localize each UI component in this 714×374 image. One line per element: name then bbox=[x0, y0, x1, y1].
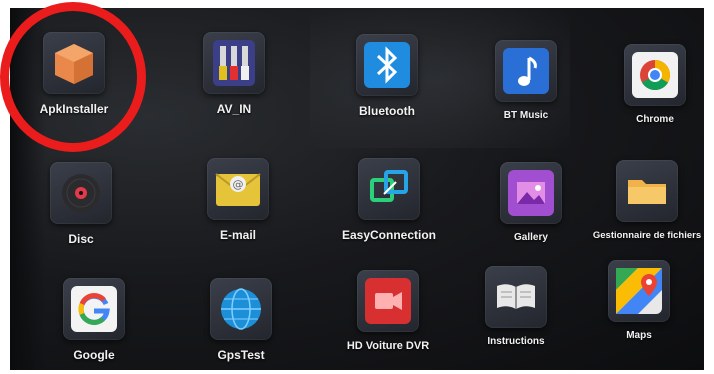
app-bt-music[interactable]: BT Music bbox=[466, 40, 586, 121]
app-instructions[interactable]: Instructions bbox=[456, 266, 576, 347]
app-apkinstaller[interactable]: ApkInstaller bbox=[14, 32, 134, 116]
app-chrome[interactable]: Chrome bbox=[595, 44, 704, 125]
app-label: AV_IN bbox=[216, 102, 252, 116]
google-g-icon bbox=[63, 278, 125, 340]
app-disc[interactable]: Disc bbox=[21, 162, 141, 246]
car-head-unit-screen: ApkInstaller AV_IN Bluetooth BT Music Ch… bbox=[10, 8, 704, 370]
app-gpstest[interactable]: GpsTest bbox=[181, 278, 301, 362]
disc-icon bbox=[50, 162, 112, 224]
app-label: GpsTest bbox=[217, 348, 265, 362]
app-label: HD Voiture DVR bbox=[346, 340, 430, 352]
app-file-manager[interactable]: Gestionnaire de fichiers bbox=[590, 160, 704, 241]
connection-icon bbox=[358, 158, 420, 220]
box-icon bbox=[43, 32, 105, 94]
bluetooth-icon bbox=[356, 34, 418, 96]
picture-icon bbox=[500, 162, 562, 224]
app-google[interactable]: Google bbox=[34, 278, 154, 362]
chrome-icon bbox=[624, 44, 686, 106]
music-note-icon bbox=[495, 40, 557, 102]
app-label: Chrome bbox=[636, 114, 674, 125]
app-label: Gallery bbox=[514, 232, 548, 243]
app-hd-voiture-dvr[interactable]: HD Voiture DVR bbox=[328, 270, 448, 352]
video-camera-icon bbox=[357, 270, 419, 332]
folder-icon bbox=[616, 160, 678, 222]
globe-icon bbox=[210, 278, 272, 340]
app-easyconnection[interactable]: EasyConnection bbox=[329, 158, 449, 242]
app-label: Google bbox=[73, 348, 115, 362]
book-icon bbox=[485, 266, 547, 328]
app-label: E-mail bbox=[219, 228, 256, 242]
app-label: ApkInstaller bbox=[39, 102, 109, 116]
app-maps[interactable]: Maps bbox=[579, 260, 699, 341]
app-av-in[interactable]: AV_IN bbox=[174, 32, 294, 116]
app-label: Instructions bbox=[487, 336, 545, 347]
rca-cable-icon bbox=[203, 32, 265, 94]
envelope-icon: @ bbox=[207, 158, 269, 220]
app-label: Gestionnaire de fichiers bbox=[592, 230, 702, 241]
map-pin-icon bbox=[608, 260, 670, 322]
app-label: EasyConnection bbox=[341, 228, 437, 242]
app-label: Maps bbox=[626, 330, 652, 341]
app-label: Disc bbox=[68, 232, 94, 246]
app-bluetooth[interactable]: Bluetooth bbox=[327, 34, 447, 118]
app-gallery[interactable]: Gallery bbox=[471, 162, 591, 243]
app-email[interactable]: @ E-mail bbox=[178, 158, 298, 242]
svg-text:@: @ bbox=[233, 178, 244, 191]
app-label: Bluetooth bbox=[359, 104, 415, 118]
app-label: BT Music bbox=[503, 110, 549, 121]
